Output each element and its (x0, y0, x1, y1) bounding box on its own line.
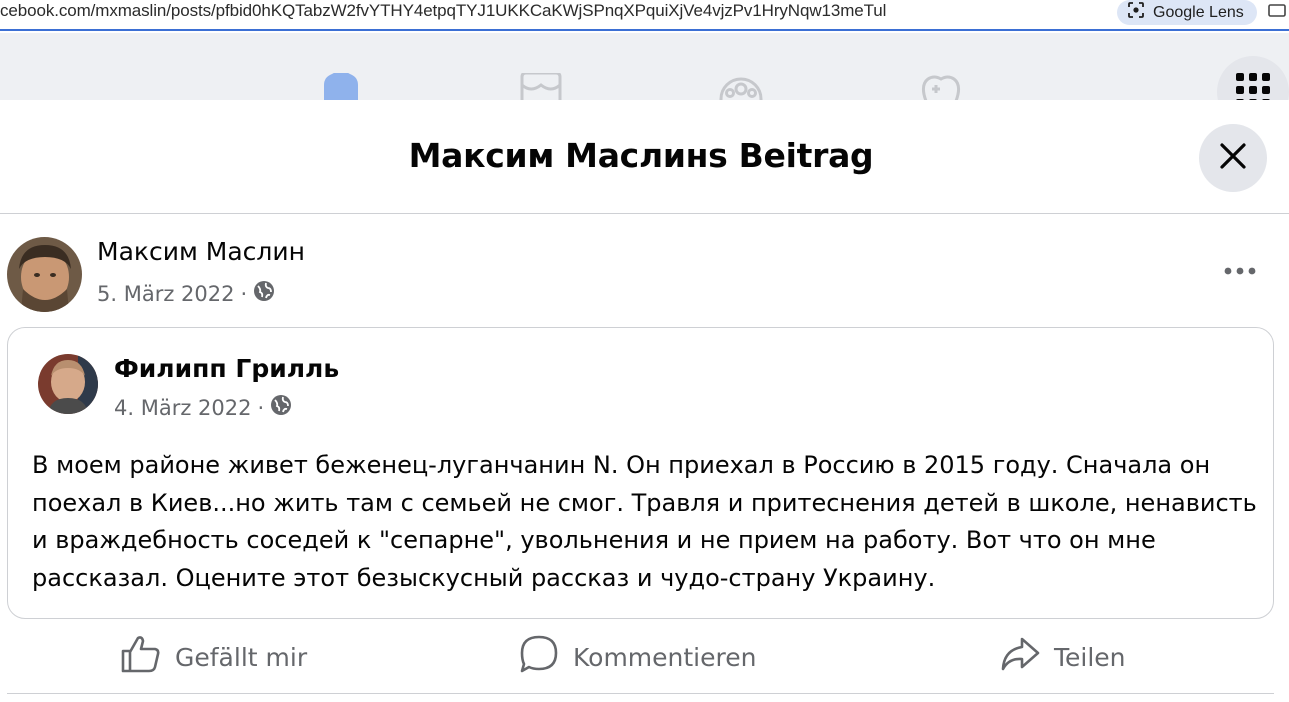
post-date-link[interactable]: 5. März 2022 (97, 282, 234, 306)
comment-label: Kommentieren (573, 642, 757, 672)
dialog-title: Максим Маслинs Beitrag (408, 136, 874, 175)
header-divider (0, 213, 1289, 214)
facebook-nav-background (0, 33, 1289, 121)
share-arrow-icon (1000, 636, 1040, 678)
globe-icon (270, 394, 292, 421)
post-meta: 5. März 2022 · (97, 280, 275, 307)
author-avatar[interactable] (7, 237, 82, 312)
cast-icon[interactable] (1268, 2, 1286, 20)
share-label: Teilen (1054, 642, 1126, 672)
close-dialog-button[interactable] (1199, 124, 1267, 192)
share-button[interactable]: Teilen (1000, 626, 1126, 688)
more-options-icon (1224, 262, 1256, 280)
google-lens-label: Google Lens (1153, 3, 1244, 21)
post-dialog: Максим Маслинs Beitrag Максим Маслин 5. … (0, 100, 1289, 702)
shared-post-meta: 4. März 2022 · (114, 394, 292, 421)
comment-button[interactable]: Kommentieren (519, 626, 756, 688)
actions-divider (7, 693, 1274, 694)
shared-author-avatar[interactable] (38, 354, 98, 414)
shared-post-text: В моем районе живет беженец-луганчанин N… (32, 451, 1257, 592)
shared-meta-separator: · (257, 395, 265, 420)
google-lens-icon (1127, 1, 1145, 24)
like-button[interactable]: Gefällt mir (121, 626, 307, 688)
post-options-button[interactable] (1218, 258, 1262, 284)
shared-post-date-link[interactable]: 4. März 2022 (114, 396, 251, 420)
close-icon (1219, 142, 1247, 175)
google-lens-button[interactable]: Google Lens (1117, 0, 1257, 25)
url-text[interactable]: cebook.com/mxmaslin/posts/pfbid0hKQTabzW… (0, 1, 886, 21)
shared-post-card[interactable]: Филипп Грилль 4. März 2022 · В моем райо… (7, 327, 1274, 619)
meta-separator: · (240, 281, 248, 306)
post-action-bar: Gefällt mir Kommentieren Teilen (0, 626, 1289, 688)
author-name-link[interactable]: Максим Маслин (97, 237, 305, 266)
browser-viewport: cebook.com/mxmaslin/posts/pfbid0hKQTabzW… (0, 0, 1289, 702)
globe-icon (253, 280, 275, 307)
like-label: Gefällt mir (175, 642, 308, 672)
thumbs-up-icon (121, 635, 161, 679)
address-bar[interactable]: cebook.com/mxmaslin/posts/pfbid0hKQTabzW… (0, 0, 1289, 31)
comment-bubble-icon (519, 634, 559, 680)
shared-author-name-link[interactable]: Филипп Грилль (114, 354, 339, 383)
